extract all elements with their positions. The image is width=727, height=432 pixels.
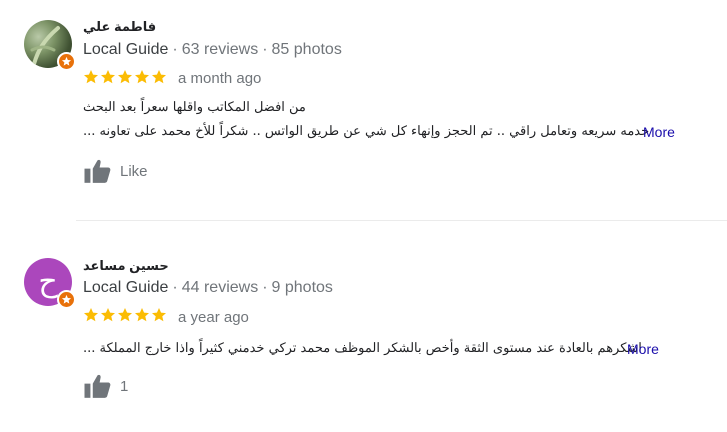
rating-stars <box>83 69 167 85</box>
rating-stars <box>83 307 167 323</box>
star-icon <box>152 70 166 84</box>
review-card: فاطمة علي Local Guide · 63 reviews · 85 phot… <box>0 0 727 220</box>
star-icon <box>84 308 98 322</box>
thumbs-up-icon <box>84 159 111 183</box>
reviewer-meta: Local Guide · 44 reviews · 9 photos <box>83 279 333 296</box>
more-link[interactable]: More <box>627 341 659 357</box>
star-icon <box>135 308 149 322</box>
like-count: 1 <box>120 377 129 395</box>
like-button[interactable]: 1 <box>83 373 128 399</box>
more-link[interactable]: More <box>643 124 675 140</box>
local-guide-label: Local Guide <box>83 279 169 296</box>
thumbs-up-icon <box>84 374 111 398</box>
review-text-line: خدمه سريعه وتعامل راقي .. تم الحجز وإنها… <box>83 124 650 139</box>
star-icon <box>101 308 115 322</box>
reviewer-name[interactable]: فاطمة علي <box>83 19 156 35</box>
like-button[interactable]: Like <box>83 158 148 184</box>
local-guide-label: Local Guide <box>83 41 169 58</box>
local-guide-badge-icon <box>57 52 76 71</box>
review-time: a month ago <box>178 70 262 87</box>
star-icon <box>118 70 132 84</box>
review-text-line: من افضل المكاتب واقلها سعراً بعد البحث <box>83 100 306 115</box>
photos-count: 9 photos <box>271 279 333 296</box>
reviews-count: 44 reviews <box>181 279 259 296</box>
avatar[interactable] <box>24 20 76 71</box>
reviewer-name[interactable]: حسين مساعد <box>83 258 169 274</box>
local-guide-badge-icon <box>57 290 76 309</box>
reviews-count: 63 reviews <box>181 41 259 58</box>
star-icon <box>84 70 98 84</box>
star-icon <box>135 70 149 84</box>
reviewer-meta: Local Guide · 63 reviews · 85 photos <box>83 41 342 58</box>
star-icon <box>152 308 166 322</box>
review-text-line: اشكرهم بالعادة عند مستوى الثقة وأخص بالش… <box>83 341 642 356</box>
like-label: Like <box>120 162 148 180</box>
star-icon <box>118 308 132 322</box>
star-icon <box>101 70 115 84</box>
photos-count: 85 photos <box>271 41 342 58</box>
review-time: a year ago <box>178 309 249 326</box>
avatar[interactable]: ح <box>24 258 76 309</box>
review-card: ح حسين مساعد Local Guide · 44 reviews · 9 ph… <box>0 221 727 432</box>
